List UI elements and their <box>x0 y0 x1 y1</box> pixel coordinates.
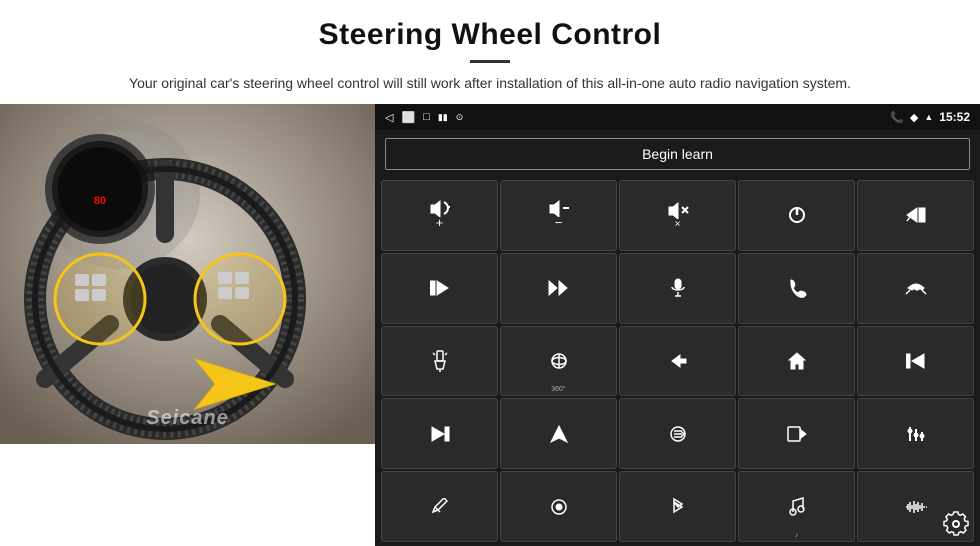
volume-mute-button[interactable]: × <box>619 180 736 251</box>
back-nav-button[interactable] <box>619 326 736 397</box>
360-label: 360° <box>551 386 565 393</box>
view-360-button[interactable]: 360° <box>500 326 617 397</box>
wifi-icon: ⊙ <box>456 112 464 123</box>
signal-bars-icon: ▮▮ <box>438 112 448 123</box>
settings-circle-button[interactable] <box>500 471 617 542</box>
volume-down-button[interactable]: − <box>500 180 617 251</box>
recent-icon[interactable]: □ <box>423 111 430 123</box>
page-title: Steering Wheel Control <box>60 18 920 52</box>
navigate-button[interactable] <box>500 398 617 469</box>
pause-ff-button[interactable] <box>500 253 617 324</box>
home-icon[interactable]: ⬜ <box>401 111 415 124</box>
header-section: Steering Wheel Control Your original car… <box>0 0 980 104</box>
status-left-icons: ◁ ⬜ □ ▮▮ ⊙ <box>385 111 463 124</box>
flashlight-button[interactable] <box>381 326 498 397</box>
svg-text:80: 80 <box>94 195 106 207</box>
page-container: Steering Wheel Control Your original car… <box>0 0 980 546</box>
content-area: 80 Seicane <box>0 104 980 546</box>
bluetooth-button[interactable] <box>619 471 736 542</box>
volume-up-button[interactable]: + <box>381 180 498 251</box>
watermark: Seicane <box>146 407 229 430</box>
status-right-icons: 📞 ◆ ▲ 15:52 <box>890 110 970 124</box>
skip-back-button[interactable] <box>857 326 974 397</box>
equalizer-button[interactable] <box>857 398 974 469</box>
switch-source-button[interactable] <box>619 398 736 469</box>
next-button[interactable] <box>381 253 498 324</box>
begin-learn-button[interactable]: Begin learn <box>385 138 970 170</box>
wifi-status-icon: ▲ <box>924 112 933 122</box>
gear-settings-button[interactable] <box>940 508 972 540</box>
location-icon: ◆ <box>910 111 918 124</box>
phone-answer-button[interactable] <box>738 253 855 324</box>
end-call-button[interactable] <box>857 253 974 324</box>
record-button[interactable] <box>738 398 855 469</box>
home-nav-button[interactable] <box>738 326 855 397</box>
headunit-panel: ◁ ⬜ □ ▮▮ ⊙ 📞 ◆ ▲ 15:52 <box>375 104 980 546</box>
clock-display: 15:52 <box>939 110 970 124</box>
skip-forward-button[interactable] <box>381 398 498 469</box>
music-button[interactable]: ♪ <box>738 471 855 542</box>
microphone-button[interactable] <box>619 253 736 324</box>
steering-wheel-image: 80 Seicane <box>0 104 375 444</box>
prev-track-phone-button[interactable] <box>857 180 974 251</box>
title-divider <box>470 60 510 63</box>
back-icon[interactable]: ◁ <box>385 111 393 124</box>
pen-button[interactable] <box>381 471 498 542</box>
phone-status-icon: 📞 <box>890 111 904 124</box>
power-button[interactable] <box>738 180 855 251</box>
subtitle-text: Your original car's steering wheel contr… <box>100 73 880 94</box>
begin-learn-row: Begin learn <box>375 130 980 178</box>
button-grid: + − × <box>375 178 980 546</box>
status-bar: ◁ ⬜ □ ▮▮ ⊙ 📞 ◆ ▲ 15:52 <box>375 104 980 130</box>
